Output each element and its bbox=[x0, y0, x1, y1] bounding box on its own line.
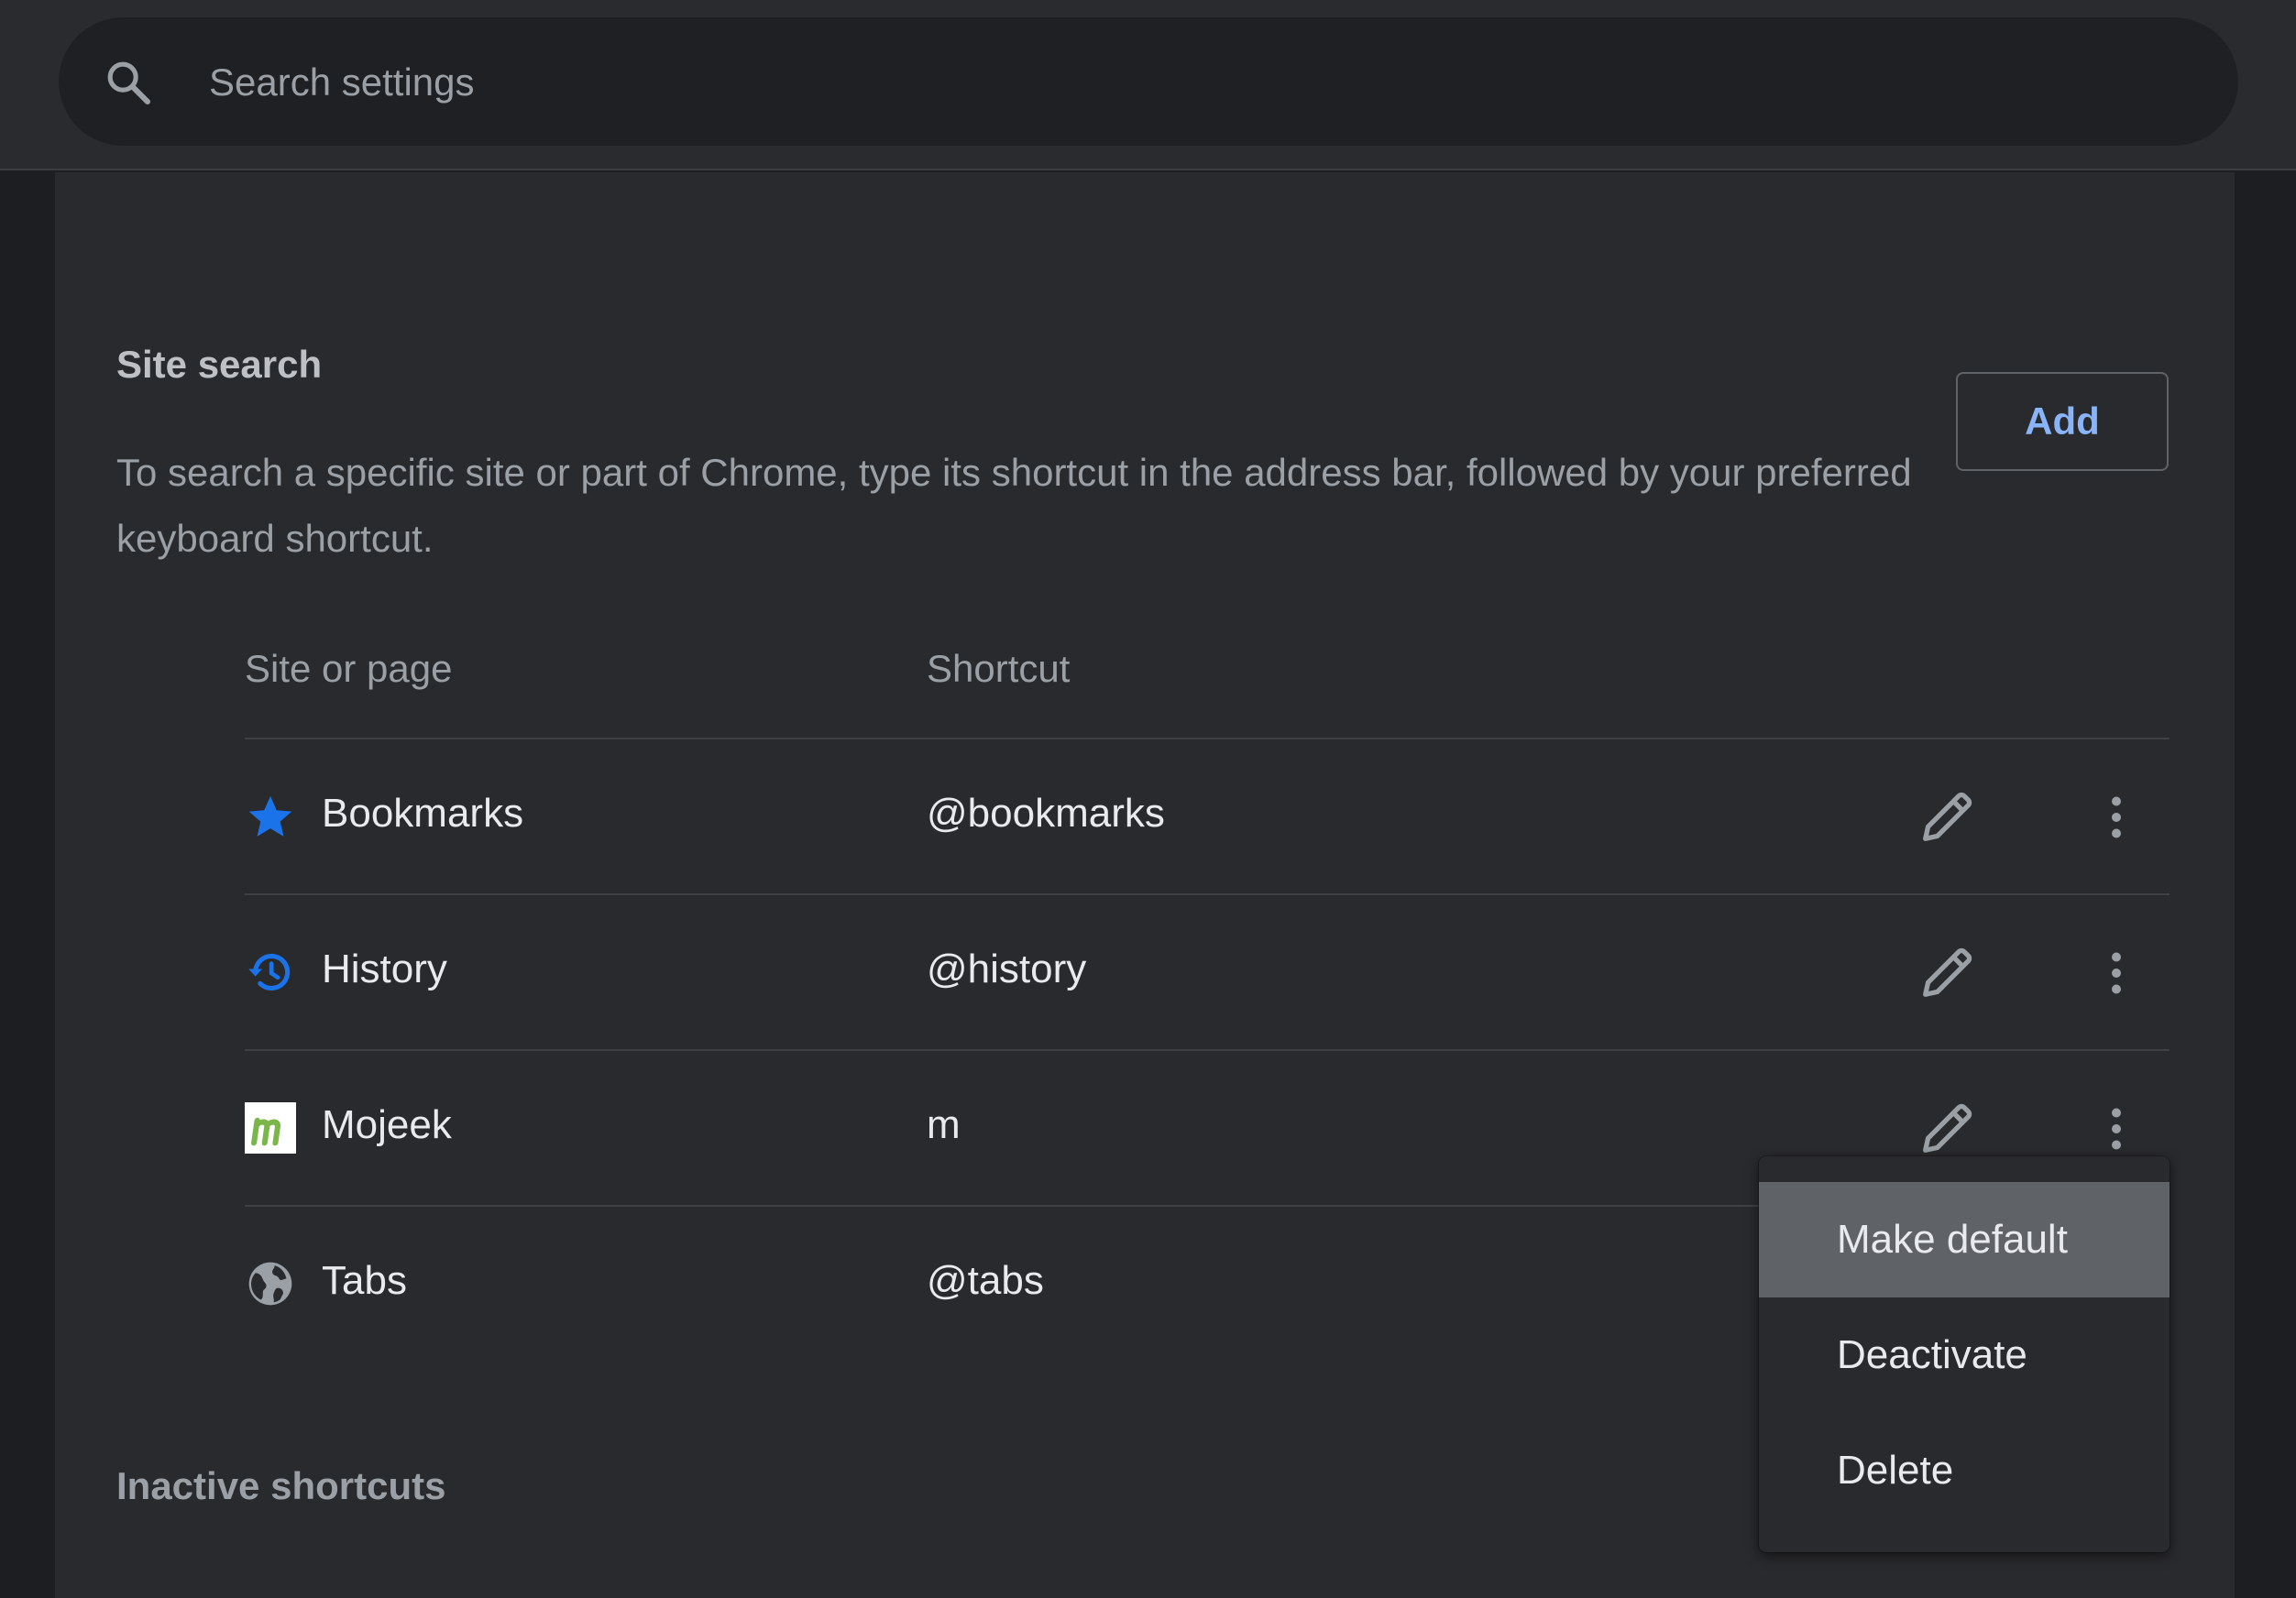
column-header-shortcut: Shortcut bbox=[927, 647, 1071, 690]
table-row-history[interactable]: History @history bbox=[245, 893, 2170, 1049]
row-shortcut: @history bbox=[927, 947, 1087, 991]
more-vert-icon[interactable] bbox=[2089, 941, 2144, 1005]
site-search-title: Site search bbox=[116, 343, 323, 386]
edit-pencil-icon[interactable] bbox=[1915, 785, 1979, 849]
menu-item-make-default[interactable]: Make default bbox=[1759, 1182, 2170, 1297]
more-vert-icon[interactable] bbox=[2089, 1097, 2144, 1161]
row-shortcut: @tabs bbox=[927, 1258, 1044, 1303]
site-search-description: To search a specific site or part of Chr… bbox=[116, 451, 1912, 560]
search-icon[interactable] bbox=[103, 55, 154, 110]
mojeek-logo-icon bbox=[245, 1102, 296, 1154]
column-header-site: Site or page bbox=[245, 647, 453, 690]
row-context-menu: Make default Deactivate Delete bbox=[1759, 1156, 2170, 1552]
top-bar bbox=[0, 0, 2296, 170]
table-row-bookmarks[interactable]: Bookmarks @bookmarks bbox=[245, 738, 2170, 893]
menu-item-deactivate[interactable]: Deactivate bbox=[1759, 1297, 2170, 1413]
globe-icon bbox=[248, 1262, 292, 1306]
history-icon bbox=[248, 953, 291, 991]
edit-pencil-icon[interactable] bbox=[1915, 941, 1979, 1005]
search-input[interactable] bbox=[207, 27, 2209, 137]
row-name: Tabs bbox=[322, 1258, 407, 1303]
add-button[interactable]: Add bbox=[1956, 372, 2169, 471]
inactive-shortcuts-title: Inactive shortcuts bbox=[116, 1464, 446, 1507]
more-vert-icon[interactable] bbox=[2089, 785, 2144, 849]
row-shortcut: @bookmarks bbox=[927, 791, 1165, 836]
menu-item-delete[interactable]: Delete bbox=[1759, 1413, 2170, 1528]
row-name: Mojeek bbox=[322, 1102, 452, 1147]
star-icon bbox=[248, 795, 292, 837]
row-name: Bookmarks bbox=[322, 791, 524, 836]
edit-pencil-icon[interactable] bbox=[1915, 1097, 1979, 1161]
row-shortcut: m bbox=[927, 1102, 961, 1147]
row-name: History bbox=[322, 947, 447, 991]
